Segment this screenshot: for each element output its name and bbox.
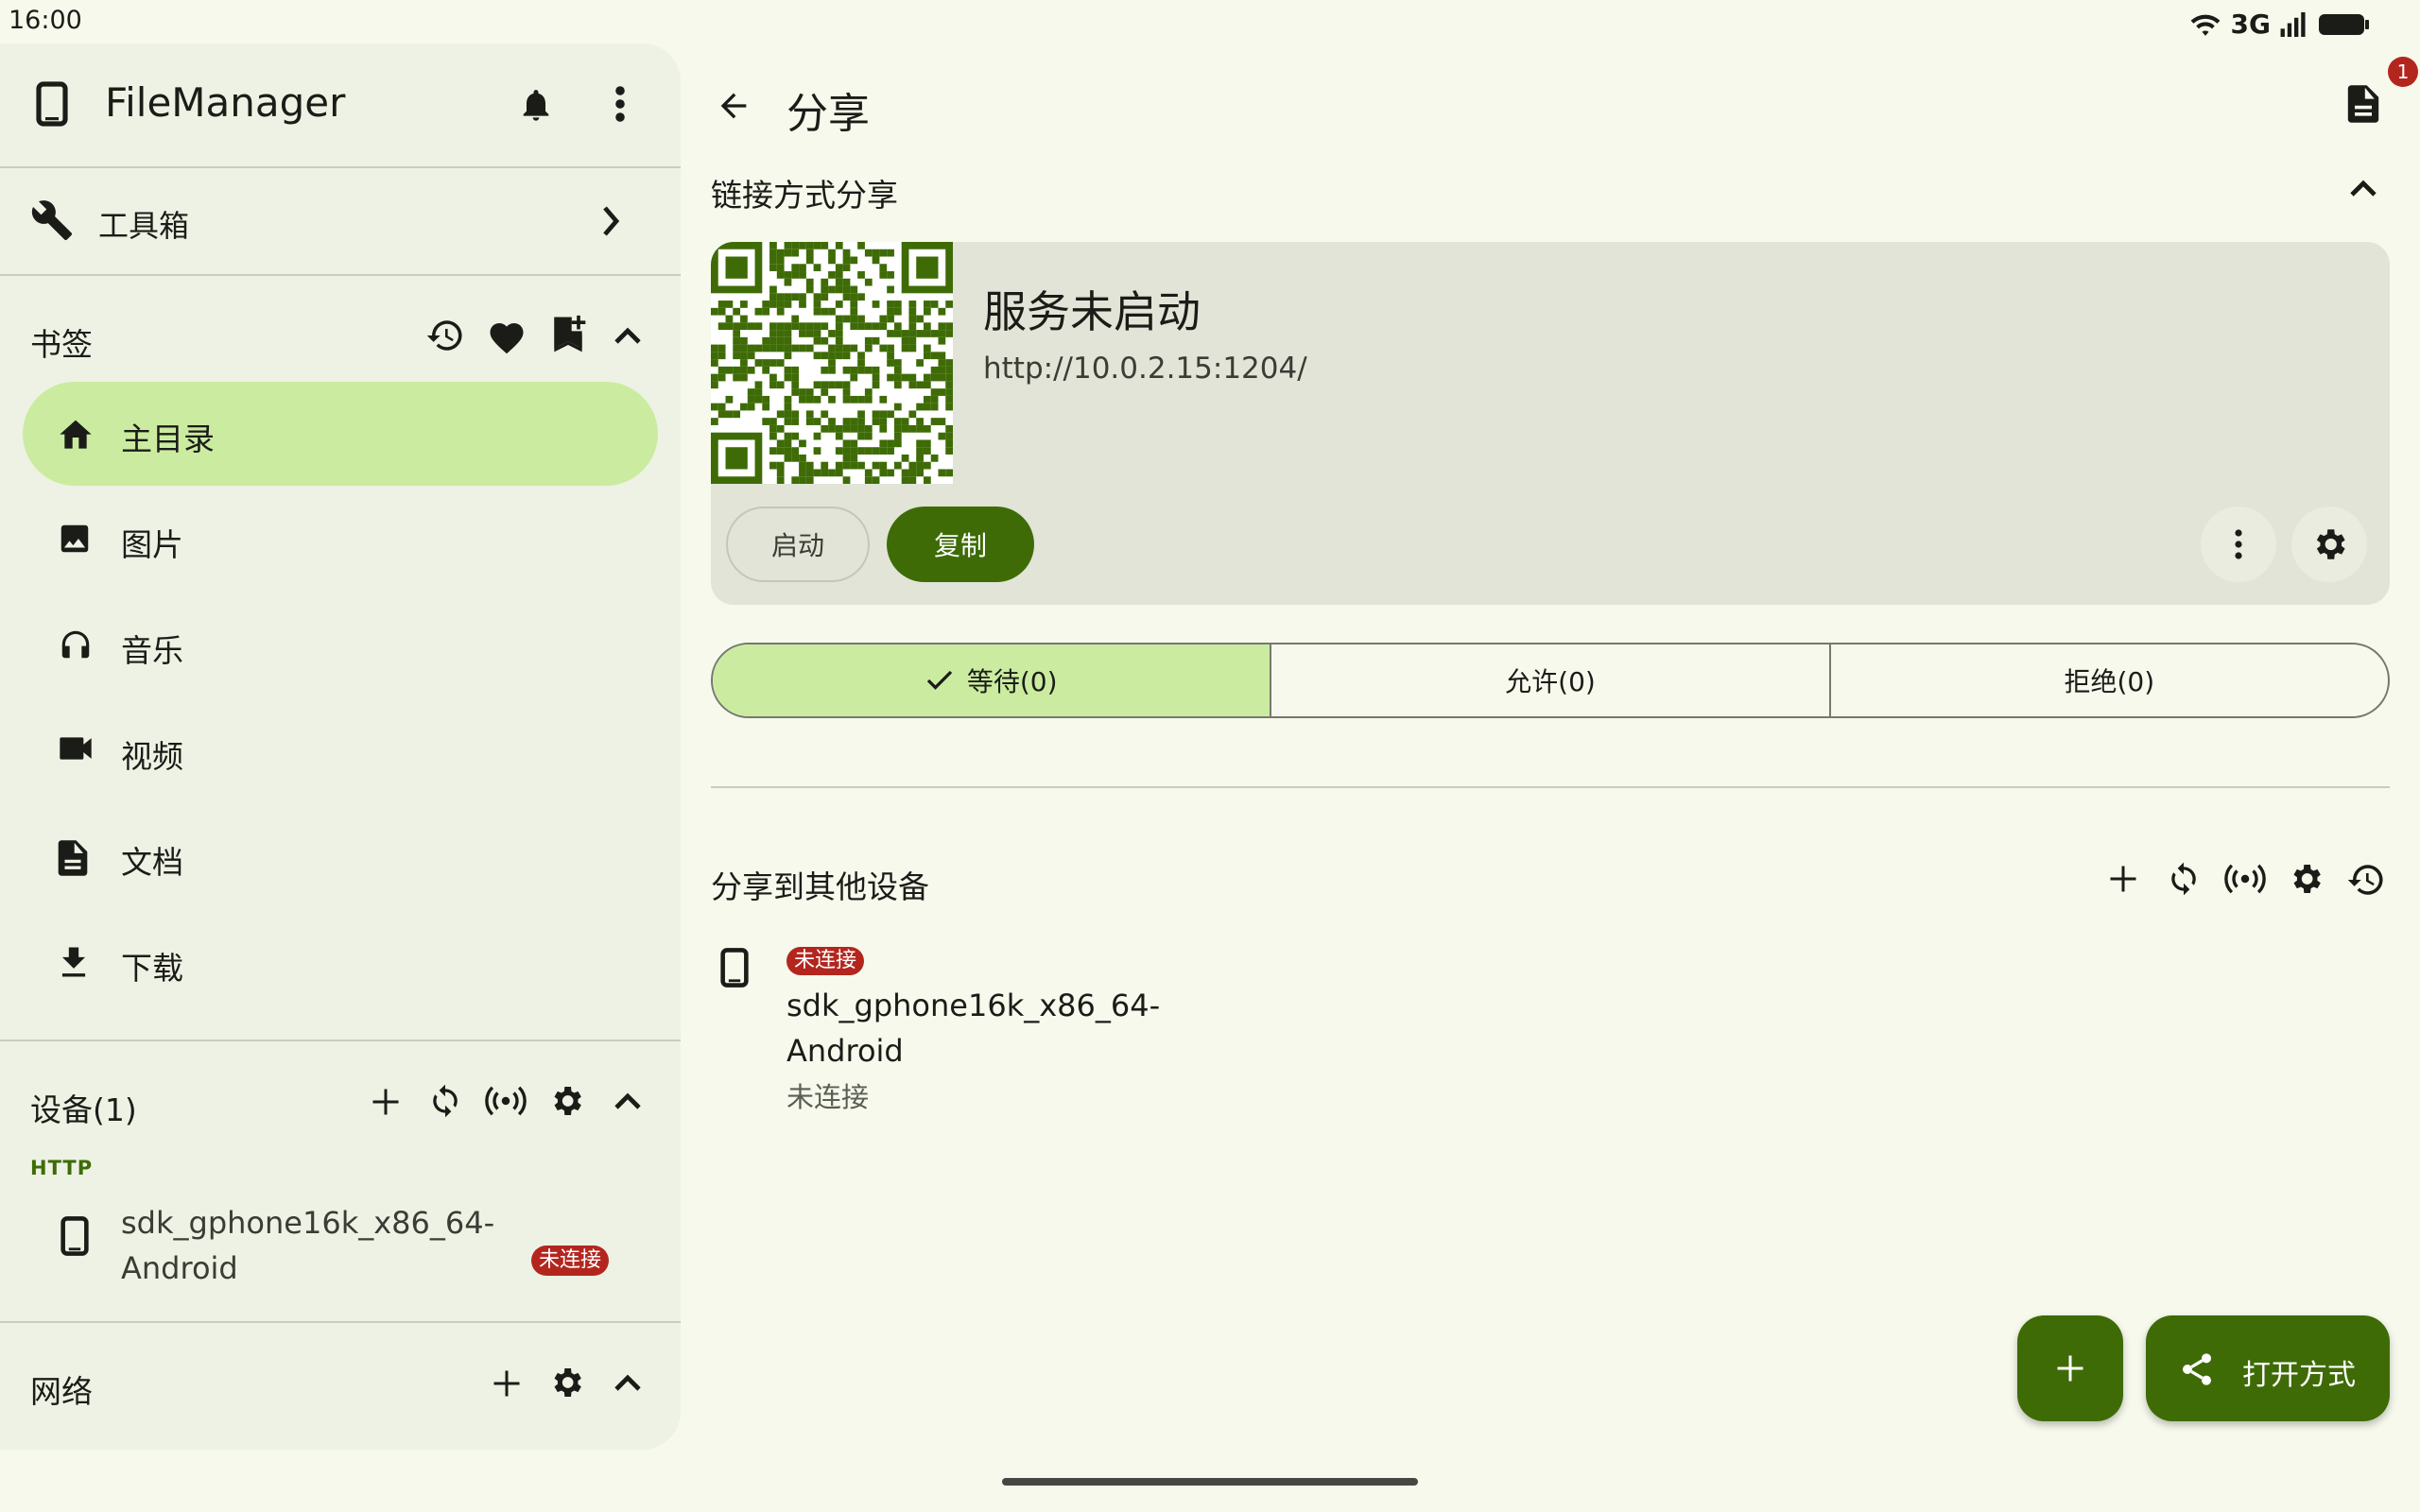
status-badge: 未连接: [786, 947, 865, 975]
navigation-drawer: FileManager 工具箱 书签 主目录 图片 音乐 视频 文档 下载 设备…: [0, 43, 681, 1450]
nav-item-music[interactable]: 音乐: [23, 593, 658, 697]
add-icon[interactable]: [2106, 862, 2140, 896]
bookmark-add-icon[interactable]: [550, 314, 586, 355]
link-share-card: 服务未启动 http://10.0.2.15:1204/ 启动 复制: [711, 242, 2390, 605]
segment-allowed[interactable]: 允许(0): [1270, 644, 1828, 716]
network-type: 3G: [2230, 9, 2271, 40]
start-button[interactable]: 启动: [726, 507, 870, 582]
more-vert-icon: [2233, 528, 2244, 560]
add-icon[interactable]: [490, 1366, 524, 1400]
qr-code-image[interactable]: [711, 242, 953, 484]
device-status: 未连接: [786, 1081, 870, 1113]
link-share-title: 链接方式分享: [711, 177, 898, 214]
wifi-icon: [2189, 11, 2221, 38]
broadcast-icon[interactable]: [485, 1085, 527, 1117]
home-indicator[interactable]: [1002, 1478, 1418, 1486]
nav-label: 下载: [121, 950, 183, 987]
status-icons: 3G: [2189, 9, 2371, 40]
notification-badge: 1: [2388, 57, 2418, 87]
segment-label: 等待(0): [966, 666, 1058, 697]
gear-icon[interactable]: [547, 1364, 585, 1401]
nav-item-videos[interactable]: 视频: [23, 699, 658, 803]
battery-icon: [2318, 12, 2371, 37]
chevron-up-icon[interactable]: [614, 1374, 641, 1391]
segment-pending[interactable]: 等待(0): [713, 644, 1270, 716]
video-icon: [57, 732, 95, 765]
status-badge: 未连接: [531, 1246, 610, 1276]
copy-button[interactable]: 复制: [887, 507, 1034, 582]
add-fab[interactable]: [2017, 1315, 2123, 1421]
chevron-up-icon[interactable]: [614, 1092, 641, 1109]
phone-icon: [720, 947, 749, 988]
nav-item-home[interactable]: 主目录: [23, 382, 658, 486]
signal-icon: [2280, 11, 2308, 37]
toolbox-row[interactable]: 工具箱: [0, 168, 681, 274]
history-icon[interactable]: [2346, 860, 2386, 900]
page-title: 分享: [786, 90, 870, 138]
download-icon: [57, 944, 91, 980]
open-with-fab[interactable]: 打开方式: [2146, 1315, 2390, 1421]
add-icon[interactable]: [369, 1085, 403, 1119]
share-to-devices-title: 分享到其他设备: [711, 868, 929, 905]
segment-label: 允许(0): [1505, 666, 1596, 697]
bell-icon[interactable]: [517, 85, 555, 125]
bookmarks-title: 书签: [30, 326, 93, 363]
image-icon: [57, 521, 93, 557]
broadcast-icon[interactable]: [2224, 863, 2266, 895]
nav-label: 文档: [121, 844, 183, 881]
share-url[interactable]: http://10.0.2.15:1204/: [983, 352, 1307, 386]
nav-item-downloads[interactable]: 下载: [23, 911, 658, 1015]
http-group-label: HTTP: [30, 1157, 94, 1179]
segment-label: 拒绝(0): [2064, 666, 2155, 697]
phone-icon: [60, 1215, 89, 1257]
status-time: 16:00: [9, 6, 82, 35]
device-name: sdk_gphone16k_x86_64-Android: [786, 988, 1161, 1069]
settings-button[interactable]: [2291, 507, 2367, 582]
divider: [0, 274, 681, 276]
sync-icon[interactable]: [427, 1081, 463, 1121]
drawer-header: FileManager: [0, 43, 681, 166]
segment-rejected[interactable]: 拒绝(0): [1828, 644, 2388, 716]
chevron-up-icon[interactable]: [614, 327, 641, 344]
app-title: FileManager: [105, 79, 346, 126]
document-icon: [57, 838, 89, 878]
nav-label: 音乐: [121, 632, 183, 669]
more-vert-icon[interactable]: [613, 85, 628, 123]
toolbox-label: 工具箱: [98, 208, 190, 244]
nav-label: 视频: [121, 738, 183, 775]
gear-icon[interactable]: [547, 1082, 585, 1120]
nav-item-documents[interactable]: 文档: [23, 805, 658, 909]
heart-icon[interactable]: [487, 318, 527, 355]
chevron-right-icon: [601, 206, 620, 236]
server-status: 服务未启动: [983, 286, 1201, 337]
divider: [711, 786, 2390, 788]
home-icon: [57, 415, 95, 451]
nav-label: 图片: [121, 526, 183, 563]
devices-title: 设备(1): [30, 1091, 137, 1128]
phone-icon: [36, 81, 68, 127]
network-title: 网络: [30, 1373, 93, 1410]
sync-icon[interactable]: [2166, 859, 2202, 899]
device-name: sdk_gphone16k_x86_64-Android: [121, 1205, 495, 1286]
gear-icon: [2309, 524, 2349, 564]
chevron-up-icon[interactable]: [2350, 180, 2377, 197]
divider: [0, 1321, 681, 1323]
gear-icon[interactable]: [2287, 860, 2325, 898]
divider: [0, 1040, 681, 1041]
open-with-label: 打开方式: [2242, 1359, 2356, 1392]
status-bar: 16:00 3G: [0, 0, 2420, 43]
add-icon: [2053, 1351, 2087, 1385]
nav-label: 主目录: [121, 421, 215, 457]
share-icon: [2178, 1349, 2216, 1389]
request-filter-segmented: 等待(0) 允许(0) 拒绝(0): [711, 643, 2390, 718]
back-arrow-icon[interactable]: [715, 87, 752, 125]
check-icon: [925, 669, 954, 692]
share-device-item[interactable]: 未连接 sdk_gphone16k_x86_64-Android 未连接: [786, 947, 1240, 1115]
nav-item-images[interactable]: 图片: [23, 488, 658, 592]
headphones-icon: [57, 627, 95, 662]
more-options-button[interactable]: [2201, 507, 2276, 582]
history-icon[interactable]: [425, 316, 465, 355]
wrench-icon: [30, 198, 74, 242]
log-document-icon[interactable]: [2346, 83, 2380, 125]
